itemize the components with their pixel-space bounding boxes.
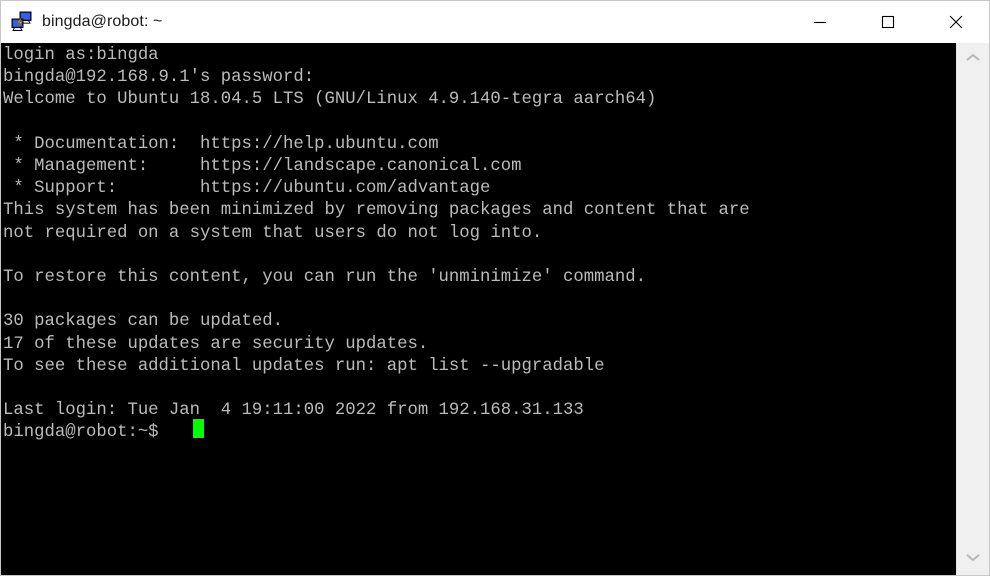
maximize-icon <box>881 15 895 29</box>
scrollbar-up-button[interactable] <box>957 43 989 77</box>
putty-icon <box>10 10 34 34</box>
close-button[interactable] <box>933 1 979 43</box>
scrollbar-down-button[interactable] <box>957 542 989 575</box>
scrollbar-thumb[interactable] <box>957 77 989 542</box>
terminal-scrollbar[interactable] <box>956 43 989 575</box>
chevron-down-icon <box>965 550 981 568</box>
minimize-button[interactable] <box>797 1 843 43</box>
terminal-text: login as:bingda bingda@192.168.9.1's pas… <box>3 46 750 443</box>
terminal-cursor <box>193 419 204 438</box>
minimize-icon <box>813 15 827 29</box>
maximize-button[interactable] <box>865 1 911 43</box>
putty-terminal-window: bingda@robot: ~ login as:bingda bingda@1… <box>0 0 990 576</box>
scrollbar-track[interactable] <box>957 77 989 542</box>
chevron-up-icon <box>965 51 981 69</box>
close-icon <box>948 14 964 30</box>
window-titlebar: bingda@robot: ~ <box>1 1 989 43</box>
window-title: bingda@robot: ~ <box>42 13 163 30</box>
terminal-output-area[interactable]: login as:bingda bingda@192.168.9.1's pas… <box>1 43 956 575</box>
